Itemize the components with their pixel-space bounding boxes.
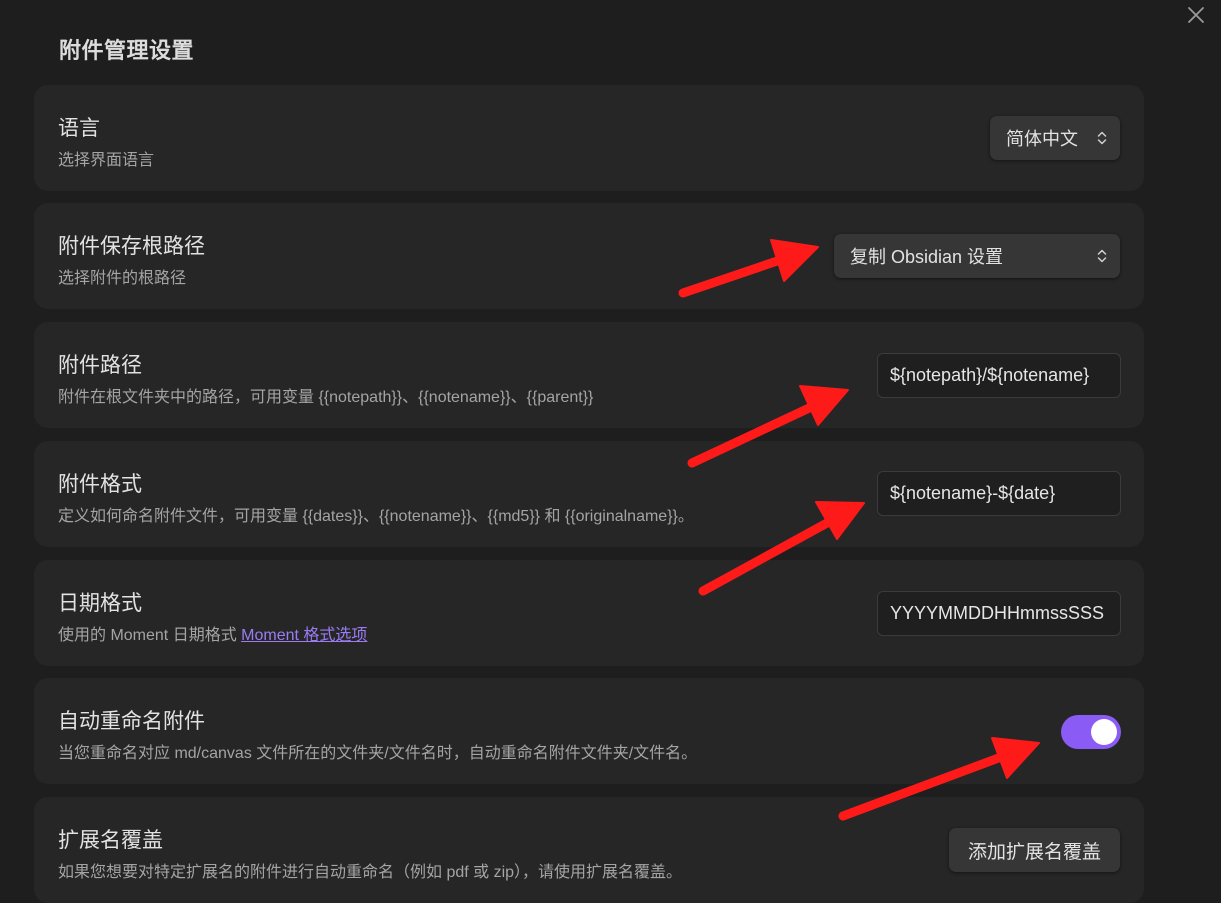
setting-desc: 如果您想要对特定扩展名的附件进行自动重命名（例如 pdf 或 zip），请使用扩… [58, 864, 683, 881]
setting-language: 语言 选择界面语言 简体中文 [34, 85, 1144, 191]
root-path-select[interactable]: 复制 Obsidian 设置 [834, 234, 1120, 278]
attachment-path-input[interactable]: ${notepath}/${notename} [877, 353, 1121, 398]
setting-name: 自动重命名附件 [58, 710, 205, 733]
date-format-input[interactable]: YYYYMMDDHHmmssSSS [877, 591, 1121, 636]
attachment-format-input[interactable]: ${notename}-${date} [877, 471, 1121, 516]
setting-name: 日期格式 [58, 592, 142, 615]
settings-dialog: 附件管理设置 语言 选择界面语言 简体中文 附件保存根路径 选择附件的根路径 复… [0, 0, 1221, 903]
root-path-select-value: 复制 Obsidian 设置 [850, 247, 1004, 267]
setting-date-format: 日期格式 使用的 Moment 日期格式 Moment 格式选项 YYYYMMD… [34, 560, 1144, 666]
toggle-knob [1091, 719, 1117, 745]
dialog-title: 附件管理设置 [59, 38, 195, 63]
setting-name: 语言 [58, 117, 100, 140]
setting-desc: 选择附件的根路径 [58, 270, 187, 287]
setting-auto-rename: 自动重命名附件 当您重命名对应 md/canvas 文件所在的文件夹/文件名时，… [34, 678, 1144, 784]
language-select-value: 简体中文 [1006, 129, 1078, 149]
setting-desc: 当您重命名对应 md/canvas 文件所在的文件夹/文件名时，自动重命名附件文… [58, 745, 698, 762]
setting-attachment-format: 附件格式 定义如何命名附件文件，可用变量 {{dates}}、{{notenam… [34, 441, 1144, 547]
setting-desc: 使用的 Moment 日期格式 Moment 格式选项 [58, 621, 367, 645]
setting-name: 附件格式 [58, 473, 142, 496]
setting-attachment-path: 附件路径 附件在根文件夹中的路径，可用变量 {{notepath}}、{{not… [34, 322, 1144, 428]
add-extension-override-button[interactable]: 添加扩展名覆盖 [949, 828, 1120, 872]
setting-desc: 选择界面语言 [58, 152, 155, 169]
setting-name: 扩展名覆盖 [58, 829, 163, 852]
close-icon[interactable] [1185, 4, 1207, 26]
moment-format-link[interactable]: Moment 格式选项 [241, 627, 367, 644]
setting-name: 附件保存根路径 [58, 235, 205, 258]
setting-name: 附件路径 [58, 354, 142, 377]
setting-desc: 定义如何命名附件文件，可用变量 {{dates}}、{{notename}}、{… [58, 508, 694, 525]
language-select[interactable]: 简体中文 [990, 116, 1120, 160]
setting-desc-text: 使用的 Moment 日期格式 [58, 627, 242, 644]
chevron-up-down-icon [1097, 131, 1107, 145]
auto-rename-toggle[interactable] [1061, 715, 1121, 749]
chevron-up-down-icon [1097, 249, 1107, 263]
setting-root-path: 附件保存根路径 选择附件的根路径 复制 Obsidian 设置 [34, 203, 1144, 309]
setting-extension-override: 扩展名覆盖 如果您想要对特定扩展名的附件进行自动重命名（例如 pdf 或 zip… [34, 797, 1144, 903]
setting-desc: 附件在根文件夹中的路径，可用变量 {{notepath}}、{{notename… [58, 389, 594, 406]
